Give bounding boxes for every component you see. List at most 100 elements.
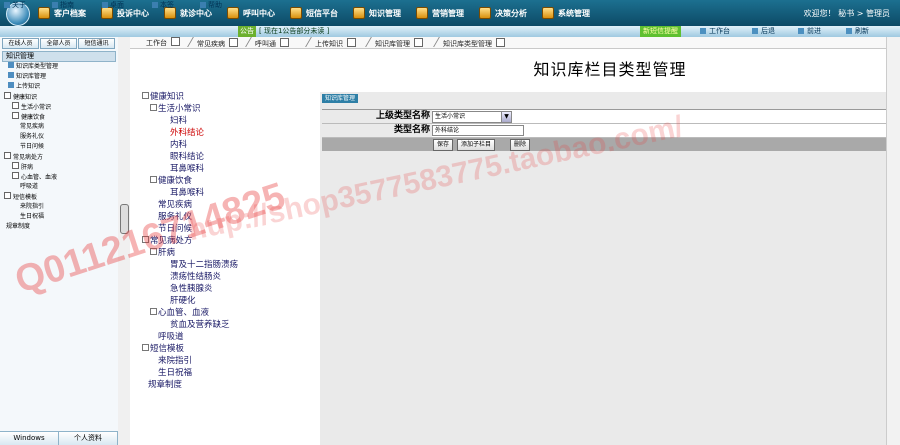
collapse-toggle-icon[interactable] — [150, 308, 157, 315]
close-tab-icon[interactable] — [171, 37, 180, 46]
parent-type-row: 上级类型名称 生活小常识 ▼ — [322, 110, 899, 124]
close-tab-icon[interactable] — [280, 38, 289, 47]
tree-node[interactable]: 生日祝福 — [158, 368, 192, 378]
sidebar-item[interactable]: 生活小常识 — [0, 102, 118, 112]
help-button[interactable]: 帮助 — [200, 0, 222, 11]
guide-button[interactable]: 指南 — [52, 0, 74, 11]
content-tab-bar: 工作台 常见疾病 呼叫通 上传知识 知识库管理 知识库类型管理 — [130, 37, 900, 49]
tree-node[interactable]: 内科 — [170, 140, 187, 150]
tree-node[interactable]: 呼吸道 — [158, 332, 184, 342]
sidebar-footer: Windows 个人资料 — [0, 431, 118, 445]
tree-node[interactable]: 健康知识 — [142, 92, 184, 102]
close-tab-icon[interactable] — [347, 38, 356, 47]
tree-node[interactable]: 耳鼻喉科 — [170, 188, 204, 198]
forward-button[interactable]: 前进 — [798, 26, 821, 37]
sidebar-item[interactable]: 知识库类型管理 — [0, 62, 118, 72]
info-icon — [4, 2, 10, 8]
sidebar-item[interactable]: 生日祝福 — [0, 212, 118, 222]
close-tab-icon[interactable] — [496, 38, 505, 47]
sidebar-item[interactable]: 常见病处方 — [0, 152, 118, 162]
nav-sms-platform[interactable]: 短信平台 — [284, 0, 347, 26]
tab-knowledge-type[interactable]: 知识库类型管理 — [433, 37, 505, 48]
collapse-toggle-icon[interactable] — [4, 192, 11, 199]
nav-analytics[interactable]: 决策分析 — [473, 0, 536, 26]
windows-tab[interactable]: Windows — [0, 432, 59, 445]
chevron-down-icon[interactable]: ▼ — [501, 112, 511, 122]
notes-button[interactable]: 本签 — [152, 0, 174, 11]
tab-all-users[interactable]: 全部人员 — [40, 38, 77, 49]
tree-node[interactable]: 眼科结论 — [170, 152, 204, 162]
collapse-toggle-icon[interactable] — [4, 92, 11, 99]
tree-node[interactable]: 贫血及营养缺乏 — [170, 320, 230, 330]
tree-node[interactable]: 来院指引 — [158, 356, 192, 366]
settings-icon — [542, 7, 554, 19]
collapse-toggle-icon[interactable] — [150, 104, 157, 111]
sidebar-item[interactable]: 知识库管理 — [0, 72, 118, 82]
refresh-button[interactable]: 刷新 — [846, 26, 869, 37]
panel-tab[interactable]: 知识库管理 — [322, 94, 359, 103]
sidebar-item[interactable]: 心血管、血液 — [0, 172, 118, 182]
tree-node[interactable]: 生活小常识 — [150, 104, 201, 114]
sidebar-item[interactable]: 节日问候 — [0, 142, 118, 152]
tree-node[interactable]: 短信模板 — [142, 344, 184, 354]
nav-marketing[interactable]: 营销管理 — [410, 0, 473, 26]
tree-node[interactable]: 急性胰腺炎 — [170, 284, 213, 294]
vertical-scrollbar[interactable] — [886, 37, 900, 445]
expand-toggle-icon[interactable] — [12, 112, 19, 119]
tree-node[interactable]: 规章制度 — [148, 380, 182, 390]
tab-knowledge-base[interactable]: 知识库管理 — [365, 37, 423, 48]
tree-node[interactable]: 肝硬化 — [170, 296, 196, 306]
sidebar-item[interactable]: 健康知识 — [0, 92, 118, 102]
save-button[interactable]: 保存 — [433, 139, 454, 151]
notice-bar[interactable]: 公告[ 现在1公告部分未读 ] — [238, 26, 329, 37]
nav-knowledge[interactable]: 知识管理 — [347, 0, 410, 26]
sidebar-item[interactable]: 健康饮食 — [0, 112, 118, 122]
sidebar-item[interactable]: 肝病 — [0, 162, 118, 172]
about-button[interactable]: 关于 — [4, 0, 26, 11]
tab-sms-contacts[interactable]: 短信通讯 — [78, 38, 115, 49]
expand-toggle-icon[interactable] — [12, 172, 19, 179]
tree-node[interactable]: 胃及十二指肠溃疡 — [170, 260, 238, 270]
new-sms-alert[interactable]: 新短信提醒 — [640, 26, 681, 37]
sidebar-item[interactable]: 来院指引 — [0, 202, 118, 212]
tab-workbench[interactable]: 工作台 — [146, 37, 180, 48]
sidebar-item[interactable]: 常见疾病 — [0, 122, 118, 132]
tab-online-users[interactable]: 在线人员 — [2, 38, 39, 49]
tree-node-selected[interactable]: 外科结论 — [170, 128, 204, 138]
page-title: 知识库栏目类型管理 — [533, 60, 687, 79]
sidebar-section-header[interactable]: 知识管理 — [2, 51, 116, 62]
close-tab-icon[interactable] — [229, 38, 238, 47]
collapse-toggle-icon[interactable] — [142, 344, 149, 351]
collapse-toggle-icon[interactable] — [142, 92, 149, 99]
top-nav-bar: 客户档案 投诉中心 就诊中心 呼叫中心 短信平台 知识管理 营销管理 决策分析 … — [0, 0, 900, 27]
sidebar-item[interactable]: 服务礼仪 — [0, 132, 118, 142]
profile-tab[interactable]: 个人资料 — [59, 432, 118, 445]
tab-divider — [187, 37, 194, 47]
tree-node[interactable]: 妇科 — [170, 116, 187, 126]
desktop-icon — [102, 2, 108, 8]
nav-system[interactable]: 系统管理 — [536, 0, 599, 26]
sidebar-item[interactable]: 短信模板 — [0, 192, 118, 202]
tree-node[interactable]: 溃疡性结肠炎 — [170, 272, 221, 282]
parent-type-select[interactable]: 生活小常识 ▼ — [432, 111, 512, 123]
close-tab-icon[interactable] — [414, 38, 423, 47]
back-button[interactable]: 后退 — [752, 26, 775, 37]
tree-node[interactable]: 耳鼻喉科 — [170, 164, 204, 174]
sidebar-item[interactable]: 规章制度 — [0, 222, 118, 232]
expand-toggle-icon[interactable] — [12, 102, 19, 109]
sidebar-item[interactable]: 上传知识 — [0, 82, 118, 92]
desktop-button[interactable]: 桌面 — [102, 0, 124, 11]
welcome-text: 欢迎您！ 秘书 > 管理员 — [803, 9, 890, 18]
tab-call[interactable]: 呼叫通 — [245, 37, 289, 48]
tab-common-diseases[interactable]: 常见疾病 — [187, 37, 238, 48]
tree-node[interactable]: 健康饮食 — [150, 176, 192, 186]
sidebar-item[interactable]: 呼吸道 — [0, 182, 118, 192]
collapse-toggle-icon[interactable] — [150, 176, 157, 183]
type-name-input[interactable]: 外科结论 — [432, 125, 524, 136]
collapse-toggle-icon[interactable] — [4, 152, 11, 159]
nav-call-center[interactable]: 呼叫中心 — [221, 0, 284, 26]
workbench-button[interactable]: 工作台 — [700, 26, 730, 37]
tab-upload-knowledge[interactable]: 上传知识 — [305, 37, 356, 48]
tree-node[interactable]: 心血管、血液 — [150, 308, 209, 318]
expand-toggle-icon[interactable] — [12, 162, 19, 169]
